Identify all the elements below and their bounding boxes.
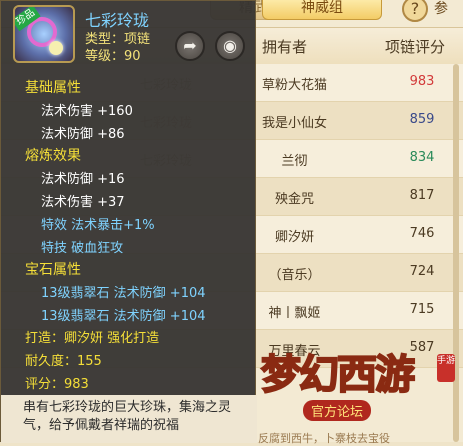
item-tooltip: 珍品 七彩玲珑 类型：项链 等级：90 ➦ ◉ 基础属性 法术伤害 +160 法… <box>0 0 257 443</box>
row-score: 859 <box>409 112 435 127</box>
basic-attr-line: 法术伤害 +160 <box>41 104 133 119</box>
row-score: 724 <box>409 264 435 279</box>
item-level: 等级：90 <box>85 49 141 64</box>
gem-line: 13级翡翠石 法术防御 +104 <box>41 309 206 324</box>
special-skill-line: 特技 破血狂攻 <box>41 241 124 256</box>
basic-attr-line: 法术防御 +86 <box>41 127 125 142</box>
score-line: 评分：983 <box>25 377 89 392</box>
forge-line: 法术防御 +16 <box>41 172 125 187</box>
gem-line: 13级翡翠石 法术防御 +104 <box>41 286 206 301</box>
special-effect-line: 特效 法术暴击+1% <box>41 218 155 233</box>
view-button[interactable]: ◉ <box>215 31 245 61</box>
row-score: 817 <box>409 188 435 203</box>
logo-title: 梦幻西游 <box>260 351 416 399</box>
row-score: 715 <box>409 302 435 317</box>
score-header: 项链评分 <box>385 38 446 56</box>
mobile-tag: 手游 <box>437 354 455 382</box>
gem-attributes-title: 宝石属性 <box>25 262 81 278</box>
question-icon: ? <box>402 0 428 22</box>
help-label: 参 <box>434 1 448 17</box>
help-button[interactable]: ? 参 <box>402 0 463 22</box>
share-icon: ➦ <box>183 36 197 55</box>
necklace-icon: 珍品 <box>13 5 75 63</box>
row-score: 746 <box>409 226 435 241</box>
share-button[interactable]: ➦ <box>175 31 205 61</box>
row-score: 983 <box>409 74 435 89</box>
tab-shenwei[interactable]: 神威组 <box>262 0 382 20</box>
row-score: 834 <box>409 150 435 165</box>
footer-text: 反腐到西牛，卜寨枝去宝役 <box>258 432 390 445</box>
maker-line: 打造：卿汐妍 强化打造 <box>25 331 160 346</box>
forum-label: 官方论坛 <box>303 400 372 421</box>
basic-attributes-title: 基础属性 <box>25 80 81 96</box>
eye-icon: ◉ <box>223 36 237 55</box>
durability-line: 耐久度：155 <box>25 354 102 369</box>
item-description: 串有七彩玲珑的巨大珍珠，集海之灵气，给予佩戴者祥瑞的祝福 <box>23 400 232 433</box>
owner-header: 拥有者 <box>262 38 308 56</box>
forge-line: 法术伤害 +37 <box>41 195 125 210</box>
forge-effects-title: 熔炼效果 <box>25 148 81 164</box>
game-logo: 梦幻西游 手游 官方论坛 <box>255 336 463 432</box>
